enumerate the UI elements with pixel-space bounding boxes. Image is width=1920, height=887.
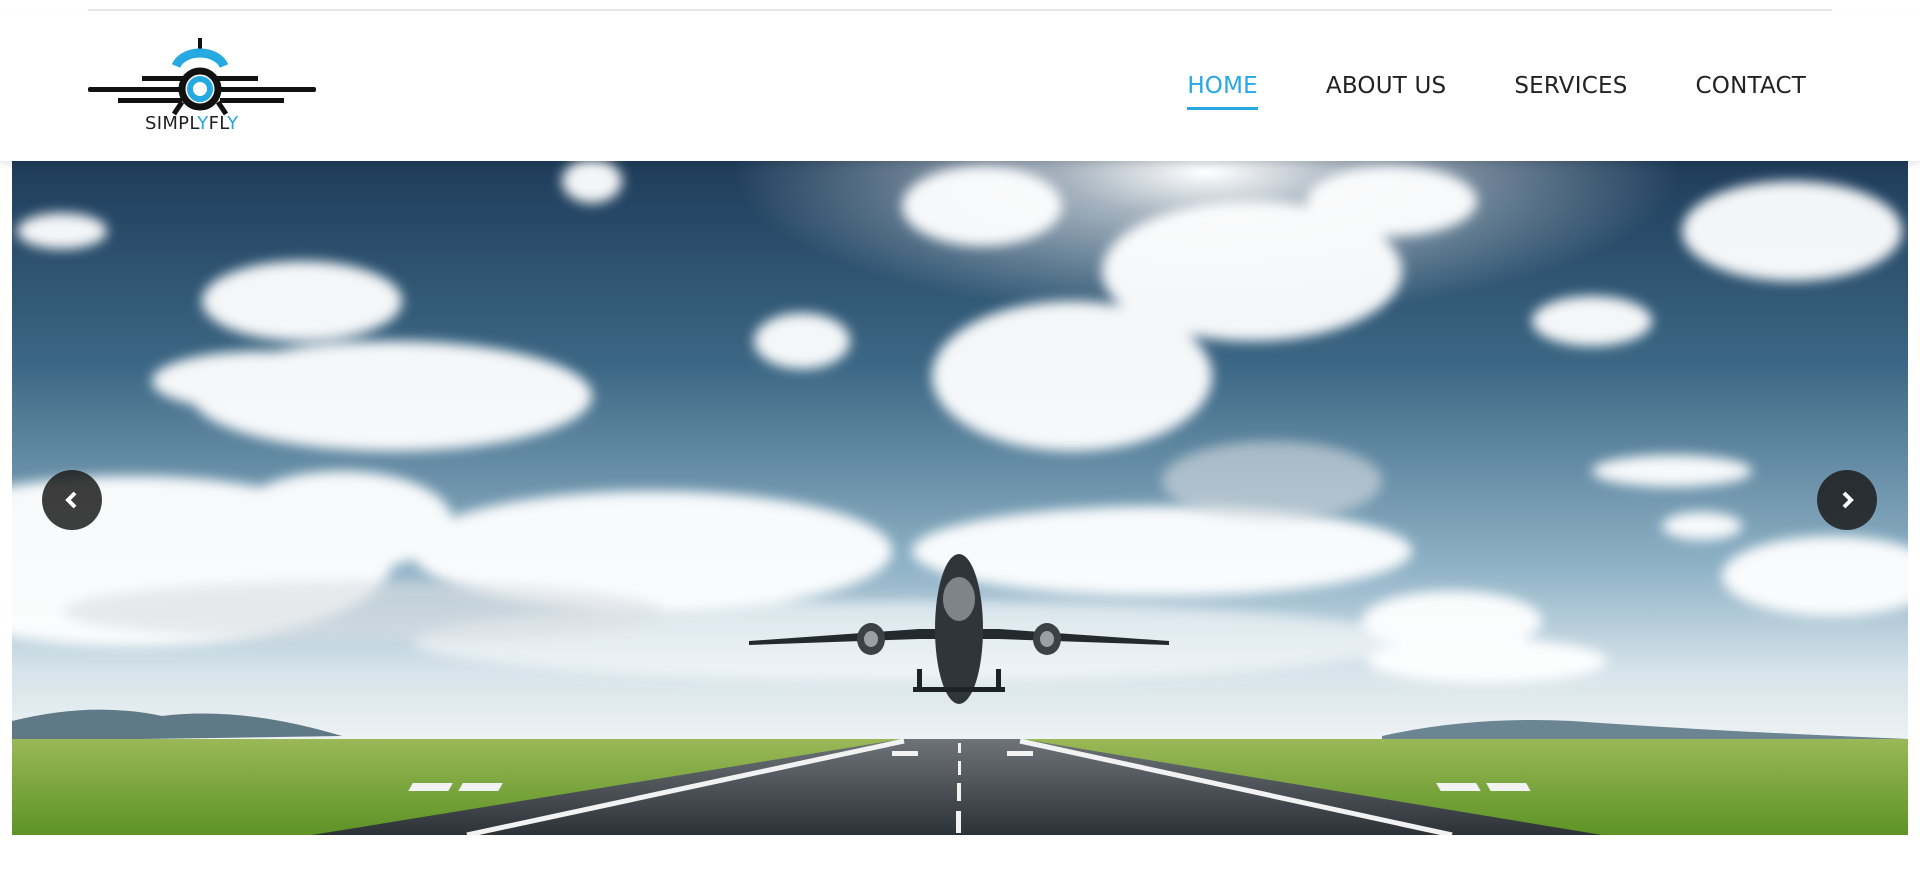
brand-name-part: FL bbox=[208, 113, 228, 134]
site-logo[interactable]: SIMPLYFLY bbox=[88, 36, 316, 148]
hero-image bbox=[12, 161, 1908, 835]
brand-name-accent: Y bbox=[197, 113, 209, 134]
nav-about-us[interactable]: ABOUT US bbox=[1326, 73, 1446, 110]
slider-prev-button[interactable] bbox=[42, 470, 102, 530]
brand-name-accent: Y bbox=[227, 113, 239, 134]
site-header: SIMPLYFLY HOME ABOUT US SERVICES CONTACT bbox=[0, 11, 1920, 161]
nav-contact[interactable]: CONTACT bbox=[1696, 73, 1806, 110]
slider-next-button[interactable] bbox=[1817, 470, 1877, 530]
chevron-right-icon bbox=[1842, 491, 1854, 509]
main-nav: HOME ABOUT US SERVICES CONTACT bbox=[1187, 73, 1806, 110]
nav-home[interactable]: HOME bbox=[1187, 73, 1258, 110]
brand-name: SIMPLYFLY bbox=[145, 113, 238, 134]
brand-name-part: SIMPL bbox=[145, 113, 198, 134]
chevron-left-icon bbox=[65, 491, 77, 509]
hero-slider bbox=[12, 161, 1908, 835]
nav-services[interactable]: SERVICES bbox=[1514, 73, 1627, 110]
